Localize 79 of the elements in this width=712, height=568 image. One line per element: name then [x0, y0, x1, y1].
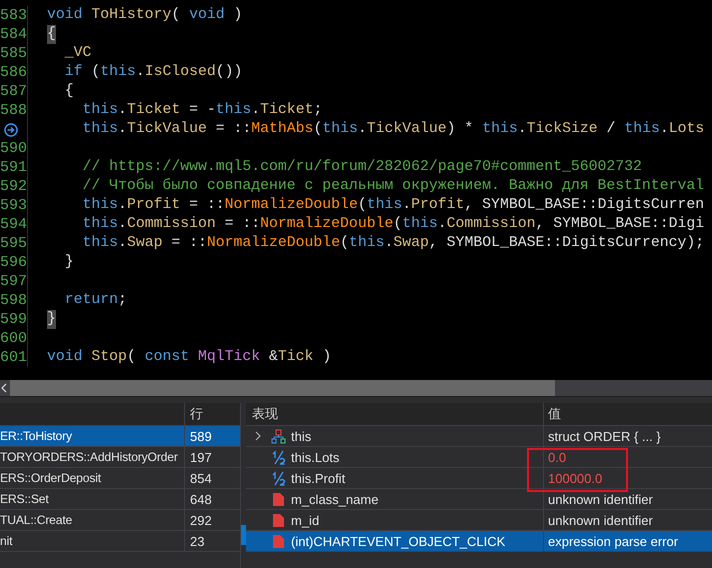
- function-name: ER::ToHistory: [0, 429, 72, 443]
- line-number: 23: [190, 534, 204, 548]
- watch-expression: this: [291, 428, 312, 444]
- code-line: return;: [64, 291, 127, 310]
- function-name: TUAL::Create: [0, 513, 72, 527]
- column-header[interactable]: 行: [190, 405, 203, 423]
- line-number: 588: [0, 101, 28, 120]
- code-line: this.Ticket = -this.Ticket;: [82, 101, 322, 120]
- watch-expression: m_id: [291, 512, 320, 528]
- watch-expression: m_class_name: [291, 492, 378, 506]
- line-number: 591: [0, 158, 28, 177]
- expand-icon[interactable]: [254, 430, 262, 442]
- code-line: void ToHistory( void ): [47, 6, 242, 25]
- line-number: 292: [190, 512, 212, 528]
- watch-value: unknown identifier: [548, 512, 653, 528]
- watch-expression: this.Profit: [291, 470, 346, 486]
- code-line: this.TickValue = ::MathAbs(this.TickValue) * this.TickSize / this.Lots: [82, 120, 704, 139]
- line-number: 854: [190, 470, 212, 486]
- watch-row[interactable]: this struct ORDER { ... }: [246, 426, 712, 447]
- call-stack-row[interactable]: nit 23: [0, 531, 240, 552]
- line-number: 586: [0, 63, 28, 82]
- call-stack-row[interactable]: TUAL::Create 292: [0, 510, 240, 531]
- call-stack-row[interactable]: ER::ToHistory 589: [0, 426, 240, 447]
- column-header[interactable]: 值: [548, 405, 561, 423]
- watch-expression: this.Lots: [291, 450, 340, 464]
- line-number: 583: [0, 6, 28, 25]
- function-name: ERS::Set: [0, 492, 49, 506]
- code-line: {: [64, 82, 74, 101]
- watch-row[interactable]: m_id unknown identifier: [246, 510, 712, 531]
- function-name: ERS::OrderDeposit: [0, 471, 101, 485]
- watch-value: 100000.0: [548, 470, 602, 486]
- watch-row[interactable]: m_class_name unknown identifier: [246, 489, 712, 510]
- line-number: 584: [0, 25, 28, 44]
- function-name: nit: [0, 534, 12, 548]
- code-line: // https://www.mql5.com/ru/forum/282062/page70#comment_56002732: [82, 158, 642, 177]
- line-number: 599: [0, 310, 28, 329]
- call-stack-row[interactable]: ERS::Set 648: [0, 489, 240, 510]
- watch-row[interactable]: (int)CHARTEVENT_OBJECT_CLICK expression parse error: [246, 531, 712, 552]
- vertical-scrollbar[interactable]: [241, 525, 246, 545]
- watch-row[interactable]: this.Profit 100000.0: [246, 468, 712, 489]
- code-line: this.Commission = ::NormalizeDouble(this.Commission, SYMBOL_BASE::Digi: [82, 215, 704, 234]
- line-number: 594: [0, 215, 28, 234]
- code-line: _VC: [64, 44, 92, 63]
- line-number: 590: [0, 139, 28, 158]
- column-header[interactable]: 表现: [252, 405, 278, 423]
- watch-row[interactable]: this.Lots 0.0: [246, 447, 712, 468]
- code-line: void Stop( const MqlTick &Tick ): [47, 348, 332, 367]
- function-name: TORYORDERS::AddHistoryOrder: [0, 450, 178, 464]
- code-line: // Чтобы было совпадение с реальным окружением. Важно для BestInterval: [82, 177, 704, 196]
- code-line: this.Profit = ::NormalizeDouble(this.Profit, SYMBOL_BASE::DigitsCurren: [82, 196, 704, 215]
- error-document-icon: [273, 492, 284, 506]
- line-number: 197: [190, 450, 212, 464]
- line-number: 596: [0, 253, 28, 272]
- code-line: if (this.IsClosed()): [64, 63, 242, 82]
- line-number: 585: [0, 44, 28, 63]
- struct-icon: [272, 429, 286, 443]
- error-document-icon: [273, 514, 284, 526]
- code-line: }: [64, 253, 74, 272]
- error-document-icon: [273, 534, 284, 548]
- code-line: this.Swap = ::NormalizeDouble(this.Swap, SYMBOL_BASE::DigitsCurrency);: [82, 234, 704, 253]
- line-number: 589: [190, 428, 212, 444]
- watch-value: unknown identifier: [548, 492, 653, 506]
- fraction-icon: [272, 470, 286, 486]
- line-number: 593: [0, 196, 28, 215]
- watch-expression: (int)CHARTEVENT_OBJECT_CLICK: [291, 534, 506, 548]
- line-number: 598: [0, 291, 28, 310]
- call-stack-row[interactable]: ERS::OrderDeposit 854: [0, 468, 240, 489]
- line-number: 595: [0, 234, 28, 253]
- watch-value: struct ORDER { ... }: [548, 428, 661, 444]
- watch-value: 0.0: [548, 450, 566, 464]
- line-number: 587: [0, 82, 28, 101]
- line-number: 592: [0, 177, 28, 196]
- line-number: 597: [0, 272, 28, 291]
- watch-value: expression parse error: [548, 534, 678, 548]
- line-number: 648: [190, 492, 212, 506]
- call-stack-row[interactable]: TORYORDERS::AddHistoryOrder 197: [0, 447, 240, 468]
- line-number: 601: [0, 348, 28, 367]
- line-number: 600: [0, 329, 28, 348]
- fraction-icon: [272, 450, 286, 464]
